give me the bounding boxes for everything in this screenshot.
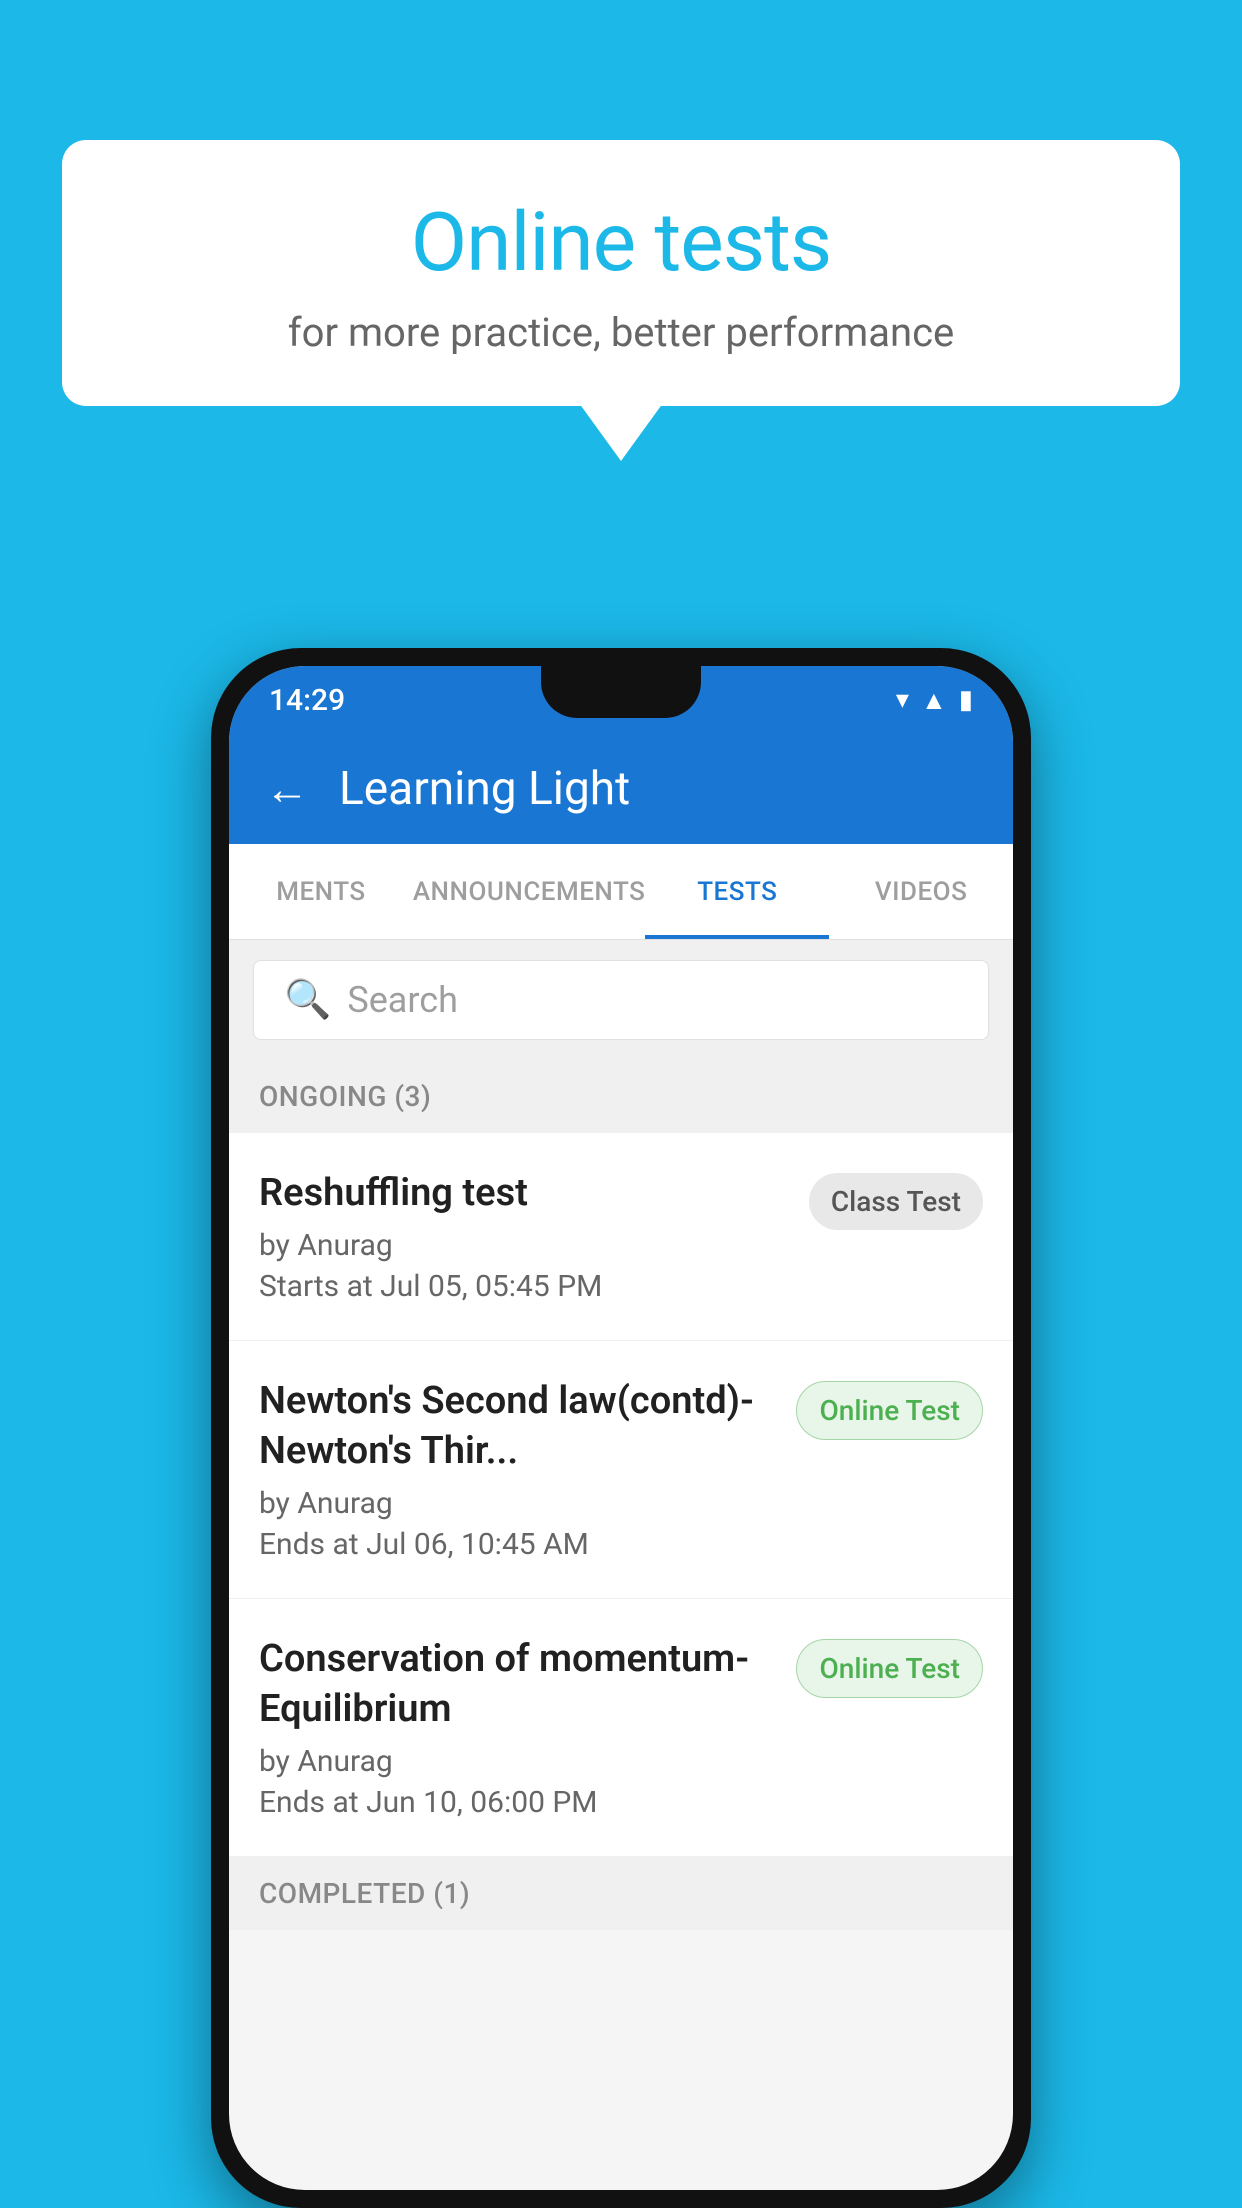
app-title: Learning Light — [339, 762, 630, 816]
status-time: 14:29 — [269, 683, 345, 718]
signal-icon: ▲ — [921, 685, 947, 716]
test-author-2: by Anurag — [259, 1486, 776, 1521]
test-name-2: Newton's Second law(contd)-Newton's Thir… — [259, 1377, 776, 1476]
back-button[interactable]: ← — [265, 763, 309, 815]
tests-list: Reshuffling test by Anurag Starts at Jul… — [229, 1133, 1013, 1857]
speech-bubble: Online tests for more practice, better p… — [62, 140, 1180, 406]
test-badge-2: Online Test — [796, 1381, 983, 1440]
test-author-1: by Anurag — [259, 1228, 789, 1263]
test-item-conservation[interactable]: Conservation of momentum-Equilibrium by … — [229, 1599, 1013, 1857]
search-icon: 🔍 — [284, 978, 331, 1022]
tab-ments[interactable]: MENTS — [229, 844, 413, 939]
battery-icon: ▮ — [959, 685, 973, 715]
test-badge-1: Class Test — [809, 1173, 983, 1230]
phone-notch — [541, 666, 701, 718]
phone-frame: 14:29 ▾ ▲ ▮ ← Learning Light MENTS ANNOU… — [211, 648, 1031, 2208]
completed-section-header: COMPLETED (1) — [229, 1857, 1013, 1930]
completed-label: COMPLETED (1) — [259, 1877, 470, 1910]
tabs-bar: MENTS ANNOUNCEMENTS TESTS VIDEOS — [229, 844, 1013, 940]
test-time-2: Ends at Jul 06, 10:45 AM — [259, 1527, 776, 1562]
search-placeholder: Search — [347, 979, 458, 1021]
phone-screen: 14:29 ▾ ▲ ▮ ← Learning Light MENTS ANNOU… — [229, 666, 1013, 2190]
ongoing-section-header: ONGOING (3) — [229, 1060, 1013, 1133]
tab-videos[interactable]: VIDEOS — [829, 844, 1013, 939]
test-badge-3: Online Test — [796, 1639, 983, 1698]
test-info-2: Newton's Second law(contd)-Newton's Thir… — [259, 1377, 796, 1562]
test-time-1: Starts at Jul 05, 05:45 PM — [259, 1269, 789, 1304]
test-time-3: Ends at Jun 10, 06:00 PM — [259, 1785, 776, 1820]
status-icons: ▾ ▲ ▮ — [896, 685, 973, 716]
search-bar[interactable]: 🔍 Search — [253, 960, 989, 1040]
ongoing-label: ONGOING (3) — [259, 1080, 431, 1113]
bubble-title: Online tests — [122, 195, 1120, 291]
test-name-1: Reshuffling test — [259, 1169, 789, 1218]
tab-tests[interactable]: TESTS — [645, 844, 829, 939]
search-container: 🔍 Search — [229, 940, 1013, 1060]
bubble-subtitle: for more practice, better performance — [122, 309, 1120, 356]
wifi-icon: ▾ — [896, 685, 909, 715]
speech-bubble-container: Online tests for more practice, better p… — [62, 140, 1180, 406]
test-info-1: Reshuffling test by Anurag Starts at Jul… — [259, 1169, 809, 1304]
test-item-reshuffling[interactable]: Reshuffling test by Anurag Starts at Jul… — [229, 1133, 1013, 1341]
tab-announcements[interactable]: ANNOUNCEMENTS — [413, 844, 646, 939]
test-info-3: Conservation of momentum-Equilibrium by … — [259, 1635, 796, 1820]
test-author-3: by Anurag — [259, 1744, 776, 1779]
test-name-3: Conservation of momentum-Equilibrium — [259, 1635, 776, 1734]
app-bar: ← Learning Light — [229, 734, 1013, 844]
test-item-newton[interactable]: Newton's Second law(contd)-Newton's Thir… — [229, 1341, 1013, 1599]
